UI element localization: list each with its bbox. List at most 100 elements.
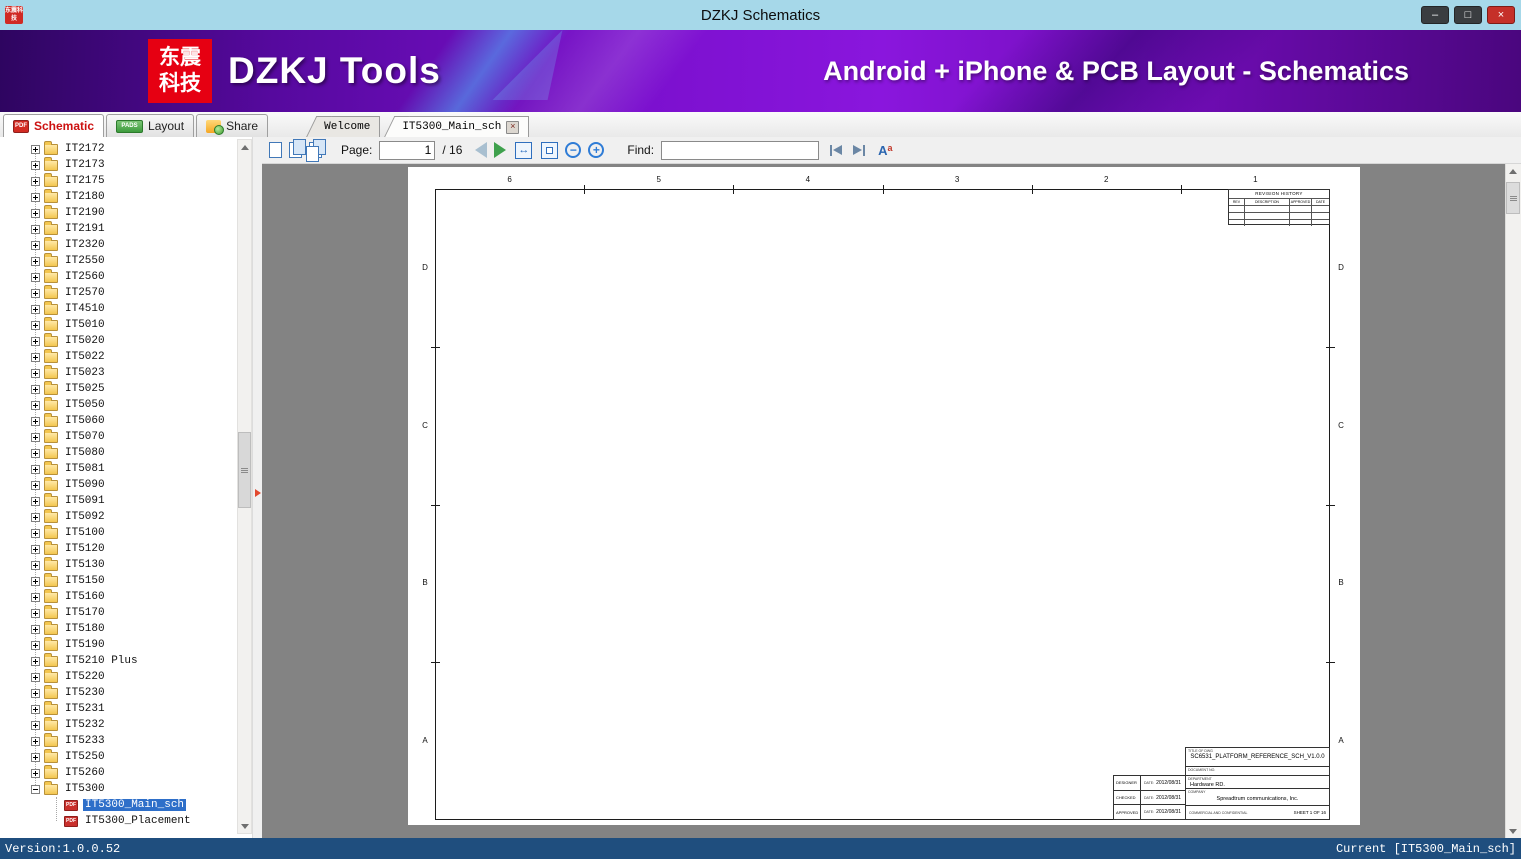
tree-folder-item[interactable]: IT2320: [0, 236, 237, 253]
viewer-scroll-up[interactable]: [1506, 164, 1520, 178]
expand-icon[interactable]: [31, 416, 40, 426]
expand-icon[interactable]: [31, 688, 40, 698]
sidebar-scrollbar[interactable]: [237, 139, 252, 834]
tree-folder-item[interactable]: IT5010: [0, 316, 237, 333]
tree-folder-item[interactable]: IT5100: [0, 524, 237, 541]
tree-folder-item[interactable]: IT5081: [0, 460, 237, 477]
find-input[interactable]: [661, 140, 820, 160]
tree-folder-item[interactable]: IT5170: [0, 604, 237, 621]
expand-icon[interactable]: [31, 736, 40, 746]
doc-tab-it5300_main_sch[interactable]: IT5300_Main_sch ×: [396, 116, 530, 137]
expand-icon[interactable]: [31, 160, 40, 170]
tree-folder-item[interactable]: IT5260: [0, 764, 237, 781]
tree-folder-item[interactable]: IT2570: [0, 284, 237, 301]
next-page-button[interactable]: [494, 142, 507, 158]
tree-folder-item[interactable]: IT5230: [0, 684, 237, 701]
expand-icon[interactable]: [31, 352, 40, 362]
page-layout-book-icon[interactable]: [306, 139, 326, 162]
scroll-up-button[interactable]: [238, 140, 251, 154]
expand-icon[interactable]: [31, 320, 40, 330]
expand-icon[interactable]: [31, 672, 40, 682]
tree-folder-item[interactable]: IT5150: [0, 572, 237, 589]
expand-icon[interactable]: [31, 544, 40, 554]
expand-icon[interactable]: [31, 656, 40, 666]
expand-icon[interactable]: [31, 464, 40, 474]
tree-folder-item[interactable]: IT5092: [0, 508, 237, 525]
expand-icon[interactable]: [31, 240, 40, 250]
viewer-scrollbar-thumb[interactable]: [1506, 182, 1520, 214]
viewer-scroll-down[interactable]: [1506, 824, 1520, 838]
splitter-collapse-arrow[interactable]: [255, 489, 261, 497]
tree-doc-item[interactable]: PDF IT5300_Placement: [0, 813, 237, 829]
tree-folder-item[interactable]: IT2191: [0, 220, 237, 237]
scroll-down-button[interactable]: [238, 819, 251, 833]
tab-schematic[interactable]: PDF Schematic: [3, 114, 105, 137]
tree-folder-item[interactable]: IT5250: [0, 748, 237, 765]
expand-icon[interactable]: [31, 176, 40, 186]
tree-folder-item[interactable]: IT5232: [0, 716, 237, 733]
expand-icon[interactable]: [31, 368, 40, 378]
fit-width-button[interactable]: ↔: [515, 141, 533, 159]
tree-folder-item[interactable]: IT5080: [0, 444, 237, 461]
expand-icon[interactable]: [31, 560, 40, 570]
expand-icon[interactable]: [31, 384, 40, 394]
page-layout-facing-icon[interactable]: [289, 139, 306, 158]
tree-folder-item[interactable]: IT5130: [0, 556, 237, 573]
expand-icon[interactable]: [31, 496, 40, 506]
tree-folder-item[interactable]: IT5091: [0, 492, 237, 509]
tree-folder-item[interactable]: IT5090: [0, 476, 237, 493]
close-tab-button[interactable]: ×: [506, 120, 520, 134]
zoom-in-button[interactable]: +: [588, 142, 605, 158]
tree-folder-item[interactable]: IT5023: [0, 364, 237, 381]
expand-icon[interactable]: [31, 256, 40, 266]
collapse-icon[interactable]: [31, 784, 40, 794]
expand-icon[interactable]: [31, 432, 40, 442]
doc-tab-welcome[interactable]: Welcome: [318, 116, 381, 137]
expand-icon[interactable]: [31, 144, 40, 154]
expand-icon[interactable]: [31, 288, 40, 298]
sidebar-scrollbar-thumb[interactable]: [238, 432, 251, 508]
sidebar-splitter[interactable]: [252, 137, 262, 838]
tree-folder-item[interactable]: IT5070: [0, 428, 237, 445]
expand-icon[interactable]: [31, 576, 40, 586]
tree-folder-item[interactable]: IT5231: [0, 700, 237, 717]
tree-folder-item[interactable]: IT2172: [0, 140, 237, 157]
expand-icon[interactable]: [31, 640, 40, 650]
expand-icon[interactable]: [31, 512, 40, 522]
expand-icon[interactable]: [31, 752, 40, 762]
tree-folder-item[interactable]: IT2180: [0, 188, 237, 205]
expand-icon[interactable]: [31, 608, 40, 618]
tree-folder-item[interactable]: IT2550: [0, 252, 237, 269]
tree-folder-item[interactable]: IT5022: [0, 348, 237, 365]
expand-icon[interactable]: [31, 224, 40, 234]
previous-page-button[interactable]: [475, 142, 488, 158]
tab-layout[interactable]: PADS Layout: [106, 114, 195, 137]
tree-folder-item[interactable]: IT5210 Plus: [0, 652, 237, 669]
tree-folder-item[interactable]: IT5233: [0, 732, 237, 749]
close-button[interactable]: ×: [1487, 6, 1515, 24]
zoom-out-button[interactable]: −: [565, 142, 582, 158]
expand-icon[interactable]: [31, 208, 40, 218]
match-case-button[interactable]: Aa: [878, 143, 892, 157]
expand-icon[interactable]: [31, 192, 40, 202]
expand-icon[interactable]: [31, 400, 40, 410]
find-previous-button[interactable]: [830, 144, 843, 156]
page-number-input[interactable]: [379, 140, 436, 160]
expand-icon[interactable]: [31, 720, 40, 730]
tree-folder-item[interactable]: IT5190: [0, 636, 237, 653]
expand-icon[interactable]: [31, 272, 40, 282]
expand-icon[interactable]: [31, 528, 40, 538]
expand-icon[interactable]: [31, 448, 40, 458]
expand-icon[interactable]: [31, 480, 40, 490]
maximize-button[interactable]: □: [1454, 6, 1482, 24]
tree-doc-item[interactable]: PDF IT5300_Main_sch: [0, 797, 237, 813]
tree-folder-item[interactable]: IT5300: [0, 780, 237, 797]
tree-folder-item[interactable]: IT2173: [0, 156, 237, 173]
tree-folder-item[interactable]: IT5220: [0, 668, 237, 685]
minimize-button[interactable]: –: [1421, 6, 1449, 24]
expand-icon[interactable]: [31, 768, 40, 778]
tree-folder-item[interactable]: IT2560: [0, 268, 237, 285]
expand-icon[interactable]: [31, 304, 40, 314]
tree-folder-item[interactable]: IT5050: [0, 396, 237, 413]
tree-folder-item[interactable]: IT5020: [0, 332, 237, 349]
